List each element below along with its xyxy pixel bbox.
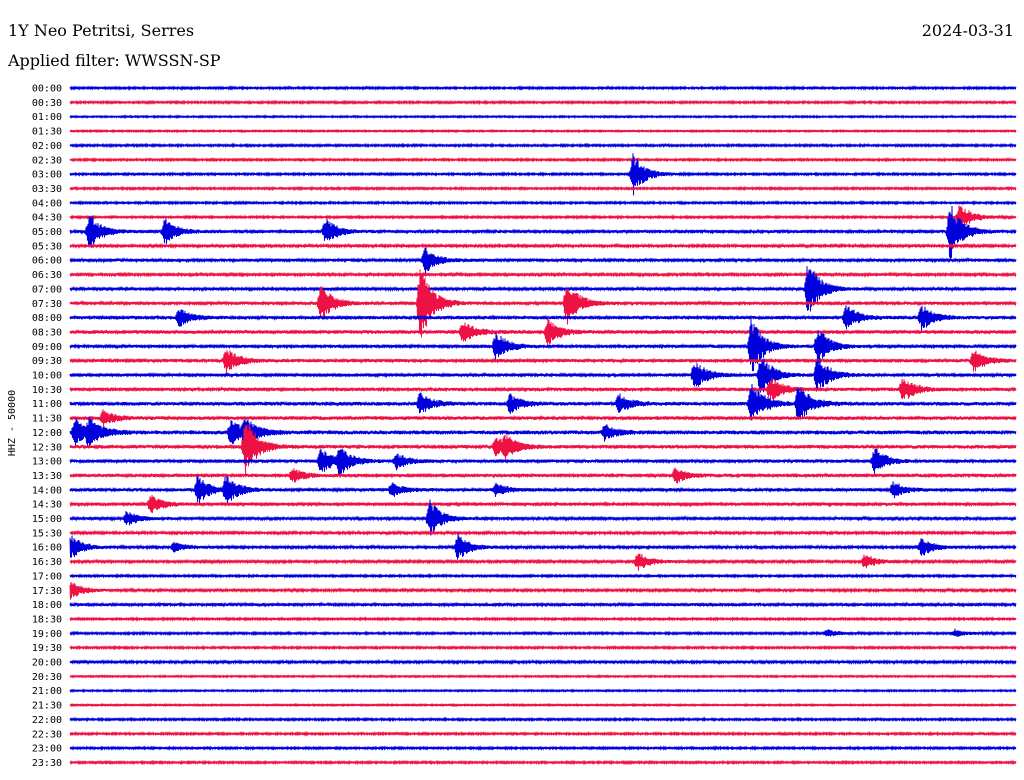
row-time-label: 02:30	[32, 155, 62, 166]
row-time-label: 00:00	[32, 84, 62, 95]
row-time-label: 15:30	[32, 528, 62, 539]
row-time-label: 21:30	[32, 701, 62, 712]
trace-line	[69, 205, 1017, 259]
row-time-label: 22:30	[32, 729, 62, 740]
row-time-label: 15:00	[32, 514, 62, 525]
row-time-label: 12:00	[32, 428, 62, 439]
row-time-label: 13:30	[32, 471, 62, 482]
row-time-label: 06:30	[32, 270, 62, 281]
row-time-label: 08:30	[32, 327, 62, 338]
row-time-label: 00:30	[32, 98, 62, 109]
y-axis-label: HHZ - 50000	[7, 390, 18, 456]
row-time-label: 01:30	[32, 127, 62, 138]
trace-line	[69, 350, 1017, 375]
row-time-label: 03:00	[32, 170, 62, 181]
row-time-label: 19:30	[32, 643, 62, 654]
row-time-label: 23:30	[32, 758, 62, 769]
row-time-label: 07:30	[32, 299, 62, 310]
row-time-label: 05:00	[32, 227, 62, 238]
row-time-label: 08:00	[32, 313, 62, 324]
row-time-label: 12:30	[32, 442, 62, 453]
trace-line	[69, 318, 1017, 372]
row-time-label: 16:00	[32, 543, 62, 554]
row-time-label: 19:00	[32, 629, 62, 640]
row-time-label: 04:30	[32, 213, 62, 224]
row-time-label: 17:30	[32, 586, 62, 597]
row-time-label: 11:00	[32, 399, 62, 410]
row-time-label: 20:30	[32, 672, 62, 683]
row-label-group: 00:00 00:30 01:00 01:30 02:00 02:30 03:00 03:30…	[32, 84, 62, 769]
row-time-label: 04:00	[32, 198, 62, 209]
row-time-label: 09:30	[32, 356, 62, 367]
row-time-label: 13:00	[32, 457, 62, 468]
row-time-label: 07:00	[32, 284, 62, 295]
row-time-label: 14:00	[32, 485, 62, 496]
row-time-label: 02:00	[32, 141, 62, 152]
row-time-label: 01:00	[32, 112, 62, 123]
row-time-label: 09:00	[32, 342, 62, 353]
row-time-label: 22:00	[32, 715, 62, 726]
row-time-label: 16:30	[32, 557, 62, 568]
row-time-label: 17:00	[32, 571, 62, 582]
row-time-label: 10:30	[32, 385, 62, 396]
row-time-label: 06:00	[32, 256, 62, 267]
row-time-label: 11:30	[32, 414, 62, 425]
trace-line	[69, 205, 1017, 232]
trace-group	[69, 85, 1017, 766]
row-time-label: 14:30	[32, 500, 62, 511]
row-time-label: 18:30	[32, 614, 62, 625]
row-time-label: 10:00	[32, 371, 62, 382]
trace-line	[69, 448, 1017, 477]
row-time-label: 23:00	[32, 744, 62, 755]
helicorder-chart: 00:00 00:30 01:00 01:30 02:00 02:30 03:00 03:30…	[7, 84, 1017, 769]
row-time-label: 21:00	[32, 686, 62, 697]
row-time-label: 03:30	[32, 184, 62, 195]
row-time-label: 18:00	[32, 600, 62, 611]
trace-line	[69, 533, 1017, 560]
row-time-label: 20:00	[32, 658, 62, 669]
row-time-label: 05:30	[32, 241, 62, 252]
